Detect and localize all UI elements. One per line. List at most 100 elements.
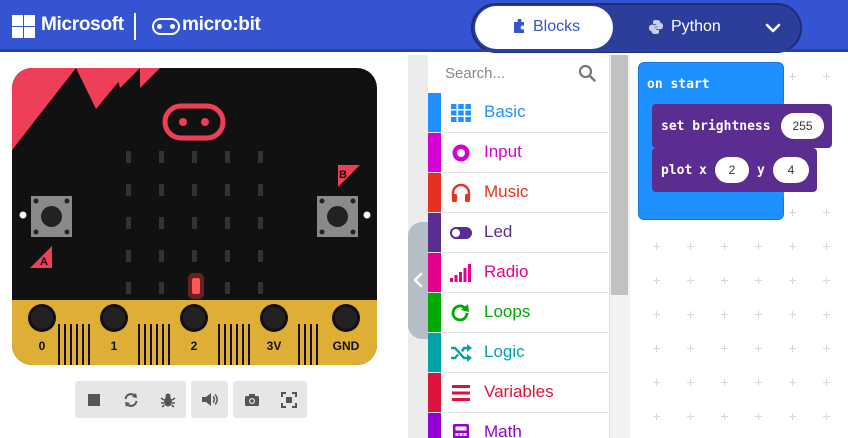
grid-cross	[823, 209, 830, 216]
grid-cross	[823, 243, 830, 250]
blocks-mode-label: Blocks	[533, 18, 581, 35]
grid-cross	[653, 311, 660, 318]
grid-cross	[721, 345, 728, 352]
grid-cross	[755, 277, 762, 284]
plot-y-input[interactable]: 4	[773, 157, 809, 183]
grid-cross	[823, 413, 830, 420]
grid-cross	[687, 311, 694, 318]
shuffle-icon	[451, 344, 472, 362]
python-mode-button[interactable]: Python	[645, 16, 735, 40]
plot-label: plot	[661, 163, 693, 178]
grid-cross	[823, 311, 830, 318]
grid-cross	[789, 311, 796, 318]
grid-cross	[687, 345, 694, 352]
grid-cross	[823, 379, 830, 386]
plot-x-input[interactable]: 2	[715, 157, 749, 183]
toolbox-scrollbar-thumb[interactable]	[611, 55, 628, 295]
category-basic[interactable]: Basic	[428, 93, 608, 133]
category-color-bar	[428, 293, 441, 332]
on-start-label: on start	[647, 77, 710, 92]
grid-cross	[789, 379, 796, 386]
category-input[interactable]: Input	[428, 133, 608, 173]
chevron-left-icon[interactable]	[411, 272, 425, 288]
headphones-icon	[451, 183, 471, 202]
category-radio[interactable]: Radio	[428, 253, 608, 293]
chevron-down-icon[interactable]	[763, 18, 783, 38]
set-brightness-block[interactable]: set brightness 255	[652, 104, 832, 148]
microbit-board[interactable]: A B 0 1 2 3V GND	[12, 68, 377, 365]
grid-cross	[653, 243, 660, 250]
target-icon	[452, 144, 470, 162]
refresh-icon	[451, 304, 469, 322]
button-b-label: B	[339, 169, 347, 181]
plot-block[interactable]: plot x 2 y 4	[652, 148, 817, 192]
debug-button[interactable]	[149, 381, 186, 418]
list-icon	[452, 385, 470, 401]
screenshot-icon	[244, 393, 259, 406]
grid-cross	[721, 379, 728, 386]
grid-cross	[721, 277, 728, 284]
grid-cross	[755, 345, 762, 352]
grid-cross	[789, 209, 796, 216]
category-label: Logic	[484, 342, 525, 361]
grid-cross	[687, 243, 694, 250]
category-loops[interactable]: Loops	[428, 293, 608, 333]
grid-cross	[721, 311, 728, 318]
python-mode-label: Python	[671, 18, 721, 35]
category-label: Variables	[484, 382, 554, 401]
grid-cross	[823, 277, 830, 284]
grid-cross	[789, 345, 796, 352]
grid-cross	[687, 379, 694, 386]
category-label: Input	[484, 142, 522, 161]
pin-1-label: 1	[111, 339, 118, 353]
header-divider	[134, 13, 136, 40]
category-label: Led	[484, 222, 513, 241]
fullscreen-icon	[280, 391, 297, 408]
category-variables[interactable]: Variables	[428, 373, 608, 413]
category-label: Basic	[484, 102, 526, 121]
stop-icon	[87, 393, 100, 406]
sim-audio-group	[191, 381, 228, 418]
python-icon	[649, 20, 663, 34]
sim-control-group	[75, 381, 186, 418]
set-brightness-label: set brightness	[661, 119, 771, 134]
calculator-icon	[453, 424, 469, 438]
grid-cross	[755, 243, 762, 250]
grid-cross	[789, 243, 796, 250]
category-color-bar	[428, 173, 441, 212]
brightness-value-input[interactable]: 255	[781, 113, 824, 139]
plot-x-label: x	[699, 163, 707, 178]
toolbox-search[interactable]: Search...	[428, 55, 610, 92]
stop-button[interactable]	[75, 381, 112, 418]
plot-y-label: y	[757, 163, 765, 178]
category-label: Music	[484, 182, 529, 201]
blocks-mode-button[interactable]: Blocks	[475, 6, 613, 49]
screenshot-button[interactable]	[233, 381, 270, 418]
category-color-bar	[428, 253, 441, 292]
grid-icon	[451, 104, 471, 122]
category-color-bar	[428, 133, 441, 172]
search-icon[interactable]	[578, 64, 596, 82]
grid-cross	[755, 311, 762, 318]
category-music[interactable]: Music	[428, 173, 608, 213]
grid-cross	[755, 379, 762, 386]
mute-button[interactable]	[191, 381, 228, 418]
grid-cross	[789, 277, 796, 284]
puzzle-piece-icon	[514, 19, 524, 33]
grid-cross	[653, 413, 660, 420]
microbit-brand[interactable]: micro:bit	[182, 14, 261, 36]
grid-cross	[721, 243, 728, 250]
category-led[interactable]: Led	[428, 213, 608, 253]
microsoft-brand[interactable]: Microsoft	[41, 14, 124, 36]
pin-0-label: 0	[39, 339, 46, 353]
top-bar: Microsoft micro:bit Blocks Python	[0, 0, 848, 53]
fullscreen-button[interactable]	[270, 381, 307, 418]
sim-view-group	[233, 381, 307, 418]
restart-icon	[124, 392, 137, 407]
grid-cross	[755, 413, 762, 420]
search-input[interactable]: Search...	[445, 65, 505, 82]
restart-button[interactable]	[112, 381, 149, 418]
category-logic[interactable]: Logic	[428, 333, 608, 373]
category-math[interactable]: Math	[428, 413, 608, 438]
grid-cross	[687, 277, 694, 284]
